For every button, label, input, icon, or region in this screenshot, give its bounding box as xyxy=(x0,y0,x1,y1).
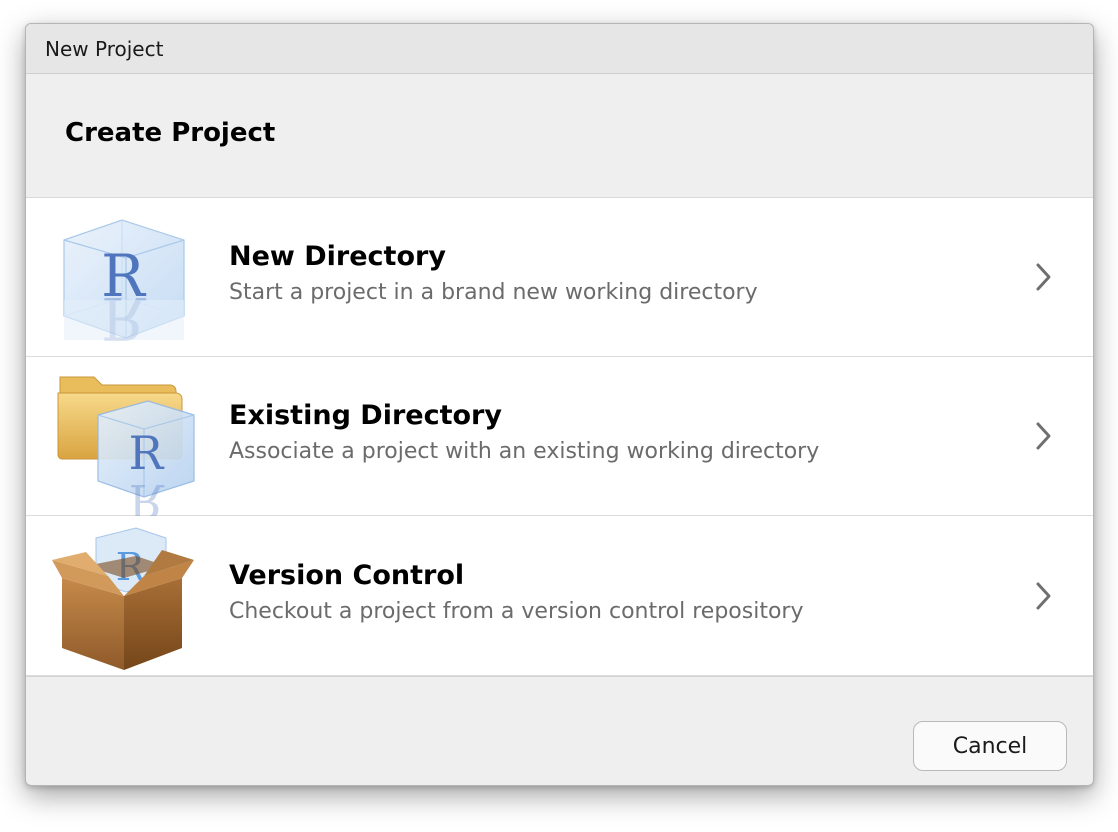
option-text: Version Control Checkout a project from … xyxy=(229,558,1023,628)
r-cube-icon: R R xyxy=(26,198,229,357)
option-description: Checkout a project from a version contro… xyxy=(229,598,804,624)
chevron-right-icon xyxy=(1023,576,1063,616)
svg-text:R: R xyxy=(129,474,165,516)
option-new-directory[interactable]: R R New Directory Start a project in a b… xyxy=(26,198,1093,357)
dialog-header: Create Project xyxy=(26,74,1093,198)
project-options-list: R R New Directory Start a project in a b… xyxy=(26,198,1093,676)
option-title: Existing Directory xyxy=(229,400,502,431)
option-text: New Directory Start a project in a brand… xyxy=(229,239,1023,309)
option-existing-directory[interactable]: R R Existing Directory Associate a proje… xyxy=(26,357,1093,528)
option-description: Associate a project with an existing wor… xyxy=(229,439,820,464)
box-r-icon: R xyxy=(26,516,229,675)
cancel-button[interactable]: Cancel xyxy=(913,721,1067,771)
new-project-dialog: New Project Create Project R New Directo… xyxy=(25,23,1094,786)
option-title: Version Control xyxy=(229,559,465,591)
window-title: New Project xyxy=(45,36,164,61)
option-description: Start a project in a brand new working d… xyxy=(229,280,758,305)
svg-text:R: R xyxy=(129,426,165,480)
folder-r-cube-icon: R R xyxy=(26,357,229,528)
dialog-footer: Cancel xyxy=(26,676,1093,785)
chevron-right-icon xyxy=(1023,257,1063,297)
chevron-right-icon xyxy=(1023,416,1063,456)
option-text: Existing Directory Associate a project w… xyxy=(229,398,1023,468)
page-title: Create Project xyxy=(65,117,276,148)
option-title: New Directory xyxy=(229,241,446,272)
option-version-control[interactable]: R Version Control Checkout a project fro… xyxy=(26,516,1093,676)
title-bar[interactable]: New Project xyxy=(26,24,1093,74)
